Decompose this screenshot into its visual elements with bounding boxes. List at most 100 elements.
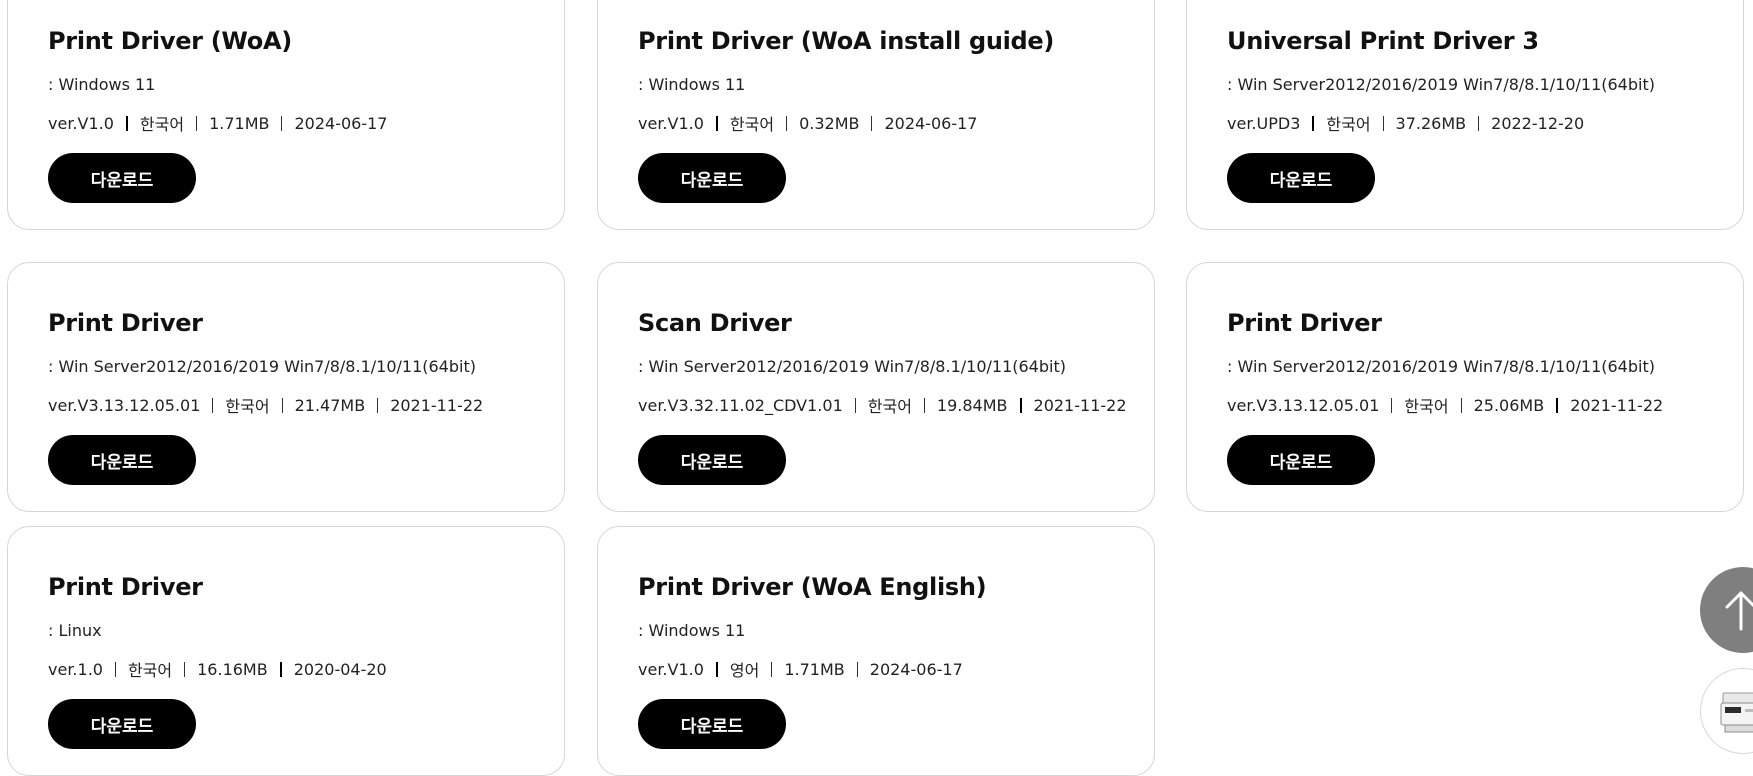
driver-size: 0.32MB xyxy=(799,113,860,133)
meta-separator xyxy=(715,115,718,131)
download-button[interactable]: 다운로드 xyxy=(48,699,196,749)
driver-meta: ver.V3.13.12.05.01 한국어 25.06MB 2021-11-22 xyxy=(1227,393,1663,417)
driver-card: Print Driver (WoA English) : Windows 11 … xyxy=(597,526,1155,776)
meta-separator xyxy=(377,397,379,413)
driver-language: 한국어 xyxy=(1404,397,1449,416)
driver-version: ver.UPD3 xyxy=(1227,113,1301,133)
driver-date: 2024-06-17 xyxy=(869,659,963,679)
meta-separator xyxy=(1556,397,1559,413)
meta-separator xyxy=(854,397,856,413)
download-button[interactable]: 다운로드 xyxy=(48,153,196,203)
driver-title: Print Driver xyxy=(48,573,203,601)
meta-separator xyxy=(1460,397,1462,413)
driver-title: Print Driver (WoA English) xyxy=(638,573,987,601)
download-button[interactable]: 다운로드 xyxy=(1227,435,1375,485)
download-button[interactable]: 다운로드 xyxy=(638,699,786,749)
driver-os: : Windows 11 xyxy=(638,621,746,640)
arrow-up-icon xyxy=(1725,591,1753,631)
meta-separator xyxy=(1382,115,1384,131)
driver-size: 1.71MB xyxy=(784,659,845,679)
download-button[interactable]: 다운로드 xyxy=(638,153,786,203)
meta-separator xyxy=(771,661,773,677)
driver-title: Print Driver (WoA) xyxy=(48,27,292,55)
driver-title: Universal Print Driver 3 xyxy=(1227,27,1539,55)
driver-card: Scan Driver : Win Server2012/2016/2019 W… xyxy=(597,262,1155,512)
driver-size: 16.16MB xyxy=(197,659,268,679)
driver-card: Universal Print Driver 3 : Win Server201… xyxy=(1186,0,1744,230)
driver-card: Print Driver : Linux ver.1.0 한국어 16.16MB 20… xyxy=(7,526,565,776)
meta-separator xyxy=(1019,397,1022,413)
meta-separator xyxy=(279,661,282,677)
driver-version: ver.V1.0 xyxy=(638,659,704,679)
scroll-to-top-button[interactable] xyxy=(1700,567,1753,653)
download-button[interactable]: 다운로드 xyxy=(48,435,196,485)
driver-date: 2024-06-17 xyxy=(294,113,388,133)
driver-os: : Win Server2012/2016/2019 Win7/8/8.1/10… xyxy=(1227,357,1655,376)
driver-title: Print Driver xyxy=(48,309,203,337)
driver-language: 한국어 xyxy=(127,661,173,680)
driver-language: 한국어 xyxy=(1326,115,1371,134)
driver-title: Print Driver xyxy=(1227,309,1382,337)
meta-separator xyxy=(184,661,186,677)
driver-meta: ver.V3.32.11.02_CDV1.01 한국어 19.84MB 2021-11… xyxy=(638,393,1127,417)
driver-version: ver.V1.0 xyxy=(638,113,704,133)
meta-separator xyxy=(871,115,873,131)
driver-language: 영어 xyxy=(729,661,760,680)
download-button[interactable]: 다운로드 xyxy=(1227,153,1375,203)
driver-os: : Linux xyxy=(48,621,102,640)
driver-card: Print Driver (WoA) : Windows 11 ver.V1.0… xyxy=(7,0,565,230)
driver-os: : Windows 11 xyxy=(48,75,156,94)
driver-meta: ver.V1.0 영어 1.71MB 2024-06-17 xyxy=(638,657,963,681)
driver-card: Print Driver (WoA install guide) : Windo… xyxy=(597,0,1155,230)
meta-separator xyxy=(281,115,283,131)
driver-date: 2022-12-20 xyxy=(1491,113,1585,133)
meta-separator xyxy=(1312,115,1315,131)
driver-os: : Win Server2012/2016/2019 Win7/8/8.1/10… xyxy=(48,357,476,376)
driver-size: 19.84MB xyxy=(936,395,1008,415)
driver-date: 2024-06-17 xyxy=(884,113,978,133)
driver-size: 25.06MB xyxy=(1473,395,1545,415)
meta-separator xyxy=(856,661,858,677)
driver-language: 한국어 xyxy=(729,115,775,134)
meta-separator xyxy=(1478,115,1480,131)
driver-language: 한국어 xyxy=(225,397,270,416)
driver-version: ver.1.0 xyxy=(48,659,103,679)
driver-version: ver.V3.13.12.05.01 xyxy=(48,395,201,415)
product-thumbnail-button[interactable] xyxy=(1700,668,1753,754)
driver-size: 1.71MB xyxy=(209,113,270,133)
meta-separator xyxy=(786,115,788,131)
driver-title: Print Driver (WoA install guide) xyxy=(638,27,1055,55)
meta-separator xyxy=(281,397,283,413)
driver-language: 한국어 xyxy=(139,115,185,134)
driver-meta: ver.1.0 한국어 16.16MB 2020-04-20 xyxy=(48,657,387,681)
driver-date: 2021-11-22 xyxy=(1570,395,1664,415)
driver-date: 2021-11-22 xyxy=(1033,395,1127,415)
meta-separator xyxy=(923,397,925,413)
meta-separator xyxy=(114,661,116,677)
driver-version: ver.V3.13.12.05.01 xyxy=(1227,395,1380,415)
meta-separator xyxy=(196,115,198,131)
driver-size: 21.47MB xyxy=(294,395,366,415)
driver-os: : Win Server2012/2016/2019 Win7/8/8.1/10… xyxy=(638,357,1066,376)
meta-separator xyxy=(125,115,128,131)
driver-meta: ver.UPD3 한국어 37.26MB 2022-12-20 xyxy=(1227,111,1584,135)
driver-language: 한국어 xyxy=(867,397,912,416)
driver-meta: ver.V1.0 한국어 1.71MB 2024-06-17 xyxy=(48,111,387,135)
driver-date: 2020-04-20 xyxy=(293,659,387,679)
meta-separator xyxy=(715,661,718,677)
driver-os: : Windows 11 xyxy=(638,75,746,94)
driver-card: Print Driver : Win Server2012/2016/2019 … xyxy=(1186,262,1744,512)
download-button[interactable]: 다운로드 xyxy=(638,435,786,485)
driver-os: : Win Server2012/2016/2019 Win7/8/8.1/10… xyxy=(1227,75,1655,94)
driver-version: ver.V3.32.11.02_CDV1.01 xyxy=(638,395,843,415)
driver-version: ver.V1.0 xyxy=(48,113,114,133)
driver-meta: ver.V3.13.12.05.01 한국어 21.47MB 2021-11-22 xyxy=(48,393,483,417)
meta-separator xyxy=(1391,397,1393,413)
meta-separator xyxy=(212,397,214,413)
driver-meta: ver.V1.0 한국어 0.32MB 2024-06-17 xyxy=(638,111,977,135)
driver-card: Print Driver : Win Server2012/2016/2019 … xyxy=(7,262,565,512)
driver-date: 2021-11-22 xyxy=(390,395,484,415)
printer-icon xyxy=(1720,692,1753,733)
driver-size: 37.26MB xyxy=(1395,113,1467,133)
driver-title: Scan Driver xyxy=(638,309,792,337)
